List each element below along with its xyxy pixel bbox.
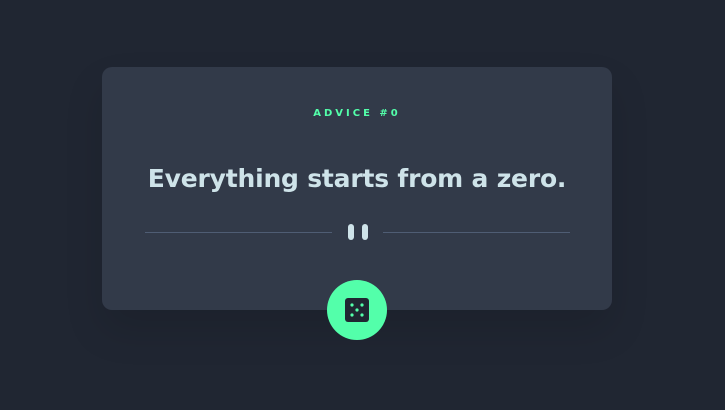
dice-icon: [345, 298, 369, 322]
divider-line-right: [383, 232, 570, 233]
page: ADVICE #0 Everything starts from a zero.: [0, 0, 725, 410]
divider: [145, 222, 570, 242]
pause-bar-left: [348, 224, 354, 240]
generate-advice-button[interactable]: [327, 280, 387, 340]
pause-bar-right: [362, 224, 368, 240]
advice-number-label: ADVICE #0: [313, 108, 401, 119]
advice-quote: Everything starts from a zero.: [147, 164, 567, 193]
pause-icon: [348, 224, 368, 240]
divider-line-left: [145, 232, 332, 233]
advice-card: ADVICE #0 Everything starts from a zero.: [102, 67, 612, 310]
